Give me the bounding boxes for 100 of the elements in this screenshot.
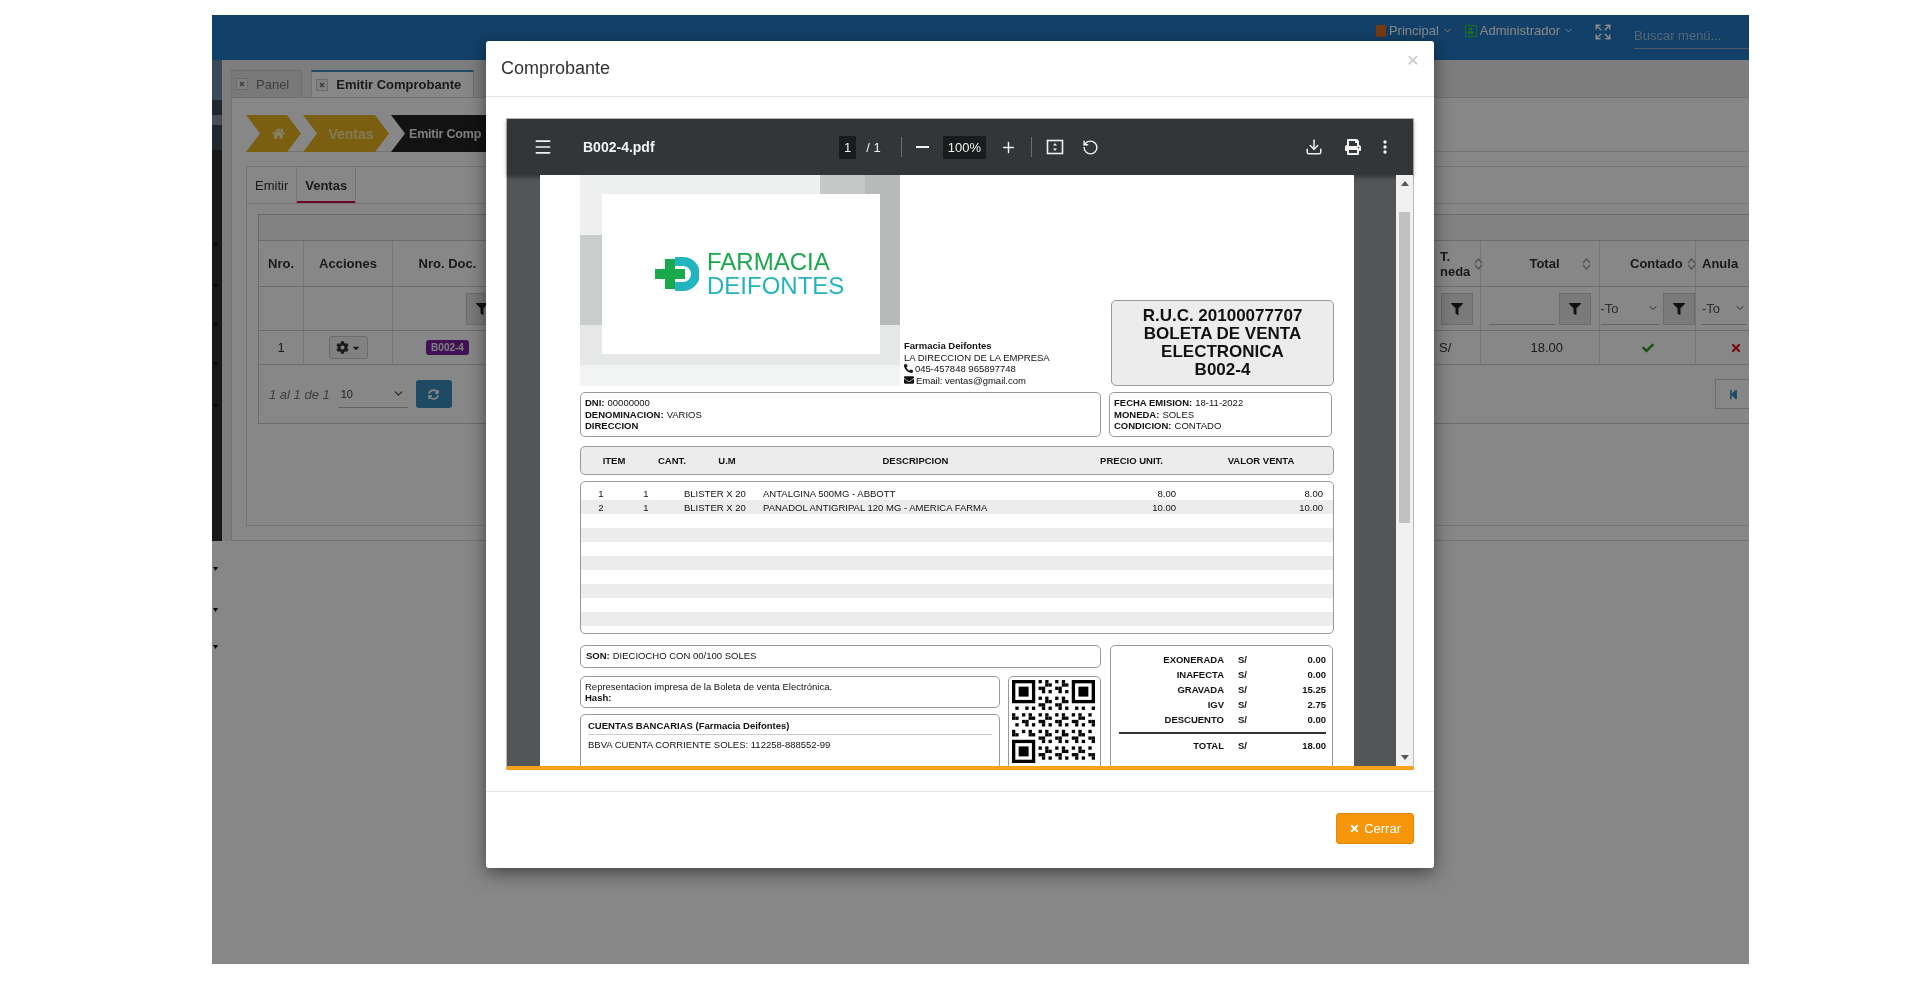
caret-icon[interactable] [213, 608, 218, 612]
total-value: 0.00 [1306, 653, 1326, 665]
page-total: / 1 [866, 139, 881, 155]
table-cell-text: PANADOL ANTIGRIPAL 120 MG - AMERICA FARMA [762, 502, 989, 513]
menu-icon [533, 137, 553, 157]
column-header[interactable]: Anula [1702, 256, 1739, 271]
filter-select[interactable]: -To [1600, 292, 1659, 325]
company-email: Email: ventas@gmail.com [916, 374, 1026, 386]
first-page-icon [1727, 388, 1739, 400]
pagination-summary: 1 al 1 de 1 [269, 386, 330, 402]
first-page-button[interactable] [1715, 379, 1749, 409]
total-label: TOTAL [1192, 739, 1225, 751]
scroll-thumb[interactable] [1399, 212, 1410, 523]
bank-title: CUENTAS BANCARIAS (Farmacia Deifontes) [588, 719, 992, 735]
table-cell: 18.00 [1530, 340, 1563, 355]
column-header: U.M [717, 454, 737, 466]
refresh-button[interactable] [415, 380, 452, 408]
page-size-select[interactable]: 10 [337, 380, 408, 408]
scroll-down-icon[interactable] [1400, 755, 1409, 760]
table-cell-text: 1 [642, 488, 650, 499]
note-text: Representacion impresa de la Boleta de venta Electrónica. [585, 680, 834, 692]
mail-icon [904, 375, 914, 386]
total-value: 0.00 [1306, 668, 1326, 680]
column-header[interactable]: Nro. [268, 256, 294, 271]
client-field: DENOMINACION: VARIOS [585, 408, 1096, 420]
emission-field: MONEDA: SOLES [1114, 408, 1327, 420]
column-header[interactable]: Nro. Doc. [418, 256, 477, 271]
page-number-field[interactable]: 1 [839, 135, 857, 159]
print-icon [1345, 139, 1361, 155]
gear-icon [335, 341, 349, 354]
refresh-icon [428, 388, 440, 400]
page-tab[interactable]: Emitir Comprobante [311, 70, 475, 97]
scroll-up-icon[interactable] [1400, 181, 1409, 186]
table-cell-text: BLISTER X 20 [683, 502, 747, 513]
zoom-field[interactable]: 100% [942, 135, 986, 159]
total-label: IGV [1206, 698, 1225, 710]
company-address: LA DIRECCION DE LA EMPRESA [904, 351, 1051, 363]
column-header: ITEM [601, 454, 627, 466]
fit-page-icon [1045, 138, 1064, 156]
table-cell-text: ANTALGINA 500MG - ABBOTT [762, 488, 897, 499]
close-icon[interactable] [236, 78, 248, 90]
logo-icon [653, 255, 699, 293]
page-tab[interactable]: Panel [231, 70, 303, 97]
logo-text: DEIFONTES [707, 274, 845, 298]
column-header: DESCRIPCION [881, 454, 950, 466]
total-label: INAFECTA [1175, 668, 1225, 680]
column-header: CANT. [657, 454, 687, 466]
column-header[interactable]: T. neda [1440, 248, 1471, 279]
document-title: R.U.C. 20100077707 [1142, 307, 1303, 325]
filter-icon [1451, 302, 1463, 315]
table-cell-text: 1 [597, 488, 605, 499]
scrollbar[interactable] [1396, 175, 1413, 766]
filter-icon [1569, 302, 1581, 315]
caret-icon[interactable] [213, 567, 218, 571]
filter-icon [1672, 302, 1685, 315]
currency: S/ [1238, 683, 1248, 695]
close-icon [1349, 823, 1361, 834]
total-label: DESCUENTO [1163, 713, 1225, 725]
total-value: 15.25 [1301, 683, 1326, 695]
table-cell-text: 10.00 [1298, 502, 1323, 513]
total-value: 18.00 [1301, 739, 1326, 751]
document-title: BOLETA DE VENTA [1143, 325, 1302, 343]
file-name: B002-4.pdf [583, 139, 655, 155]
top-menu[interactable]: Administrador [1462, 23, 1576, 38]
currency: S/ [1238, 668, 1248, 680]
rotate-icon [1081, 138, 1099, 156]
home-icon [272, 127, 285, 140]
note-text: Hash: [585, 691, 612, 703]
table-cell-text: 8.00 [1156, 488, 1176, 499]
check-icon [1641, 341, 1654, 354]
column-header[interactable]: Contado [1630, 256, 1683, 271]
company-phone: 045-457848 965897748 [915, 363, 1016, 375]
filter-select[interactable]: -To [1702, 292, 1746, 325]
total-label: GRAVADA [1176, 683, 1225, 695]
search-field[interactable]: Buscar menú... [1634, 23, 1749, 49]
document-tag[interactable]: B002-4 [426, 340, 469, 355]
document-title: B002-4 [1194, 361, 1251, 379]
fullscreen-icon[interactable] [1594, 23, 1612, 41]
total-value: 0.00 [1306, 713, 1326, 725]
top-menu[interactable]: Principal [1373, 23, 1455, 38]
bank-account: BBVA CUENTA CORRIENTE SOLES: 112258-888552-99 [588, 738, 832, 750]
column-header[interactable]: Total [1511, 256, 1578, 271]
logo-text: FARMACIA [707, 250, 831, 274]
actions-button[interactable] [328, 336, 368, 359]
currency: S/ [1238, 698, 1248, 710]
column-header[interactable]: Acciones [319, 256, 377, 271]
caret-icon[interactable] [213, 645, 218, 649]
minus-icon [915, 146, 929, 148]
download-icon [1305, 138, 1323, 156]
modal-title: Comprobante [501, 58, 611, 79]
amount-text: SON: DIECIOCHO CON 00/100 SOLES [586, 650, 757, 662]
table-cell-text: BLISTER X 20 [683, 488, 747, 499]
table-cell-text: 8.00 [1303, 488, 1323, 499]
column-header: VALOR VENTA [1226, 454, 1296, 466]
close-icon[interactable] [316, 78, 329, 91]
table-cell: 1 [277, 340, 285, 355]
cross-icon [1730, 341, 1742, 354]
content-tab[interactable]: Ventas [296, 167, 357, 203]
content-tab[interactable]: Emitir [247, 167, 297, 203]
phone-icon [904, 364, 913, 374]
